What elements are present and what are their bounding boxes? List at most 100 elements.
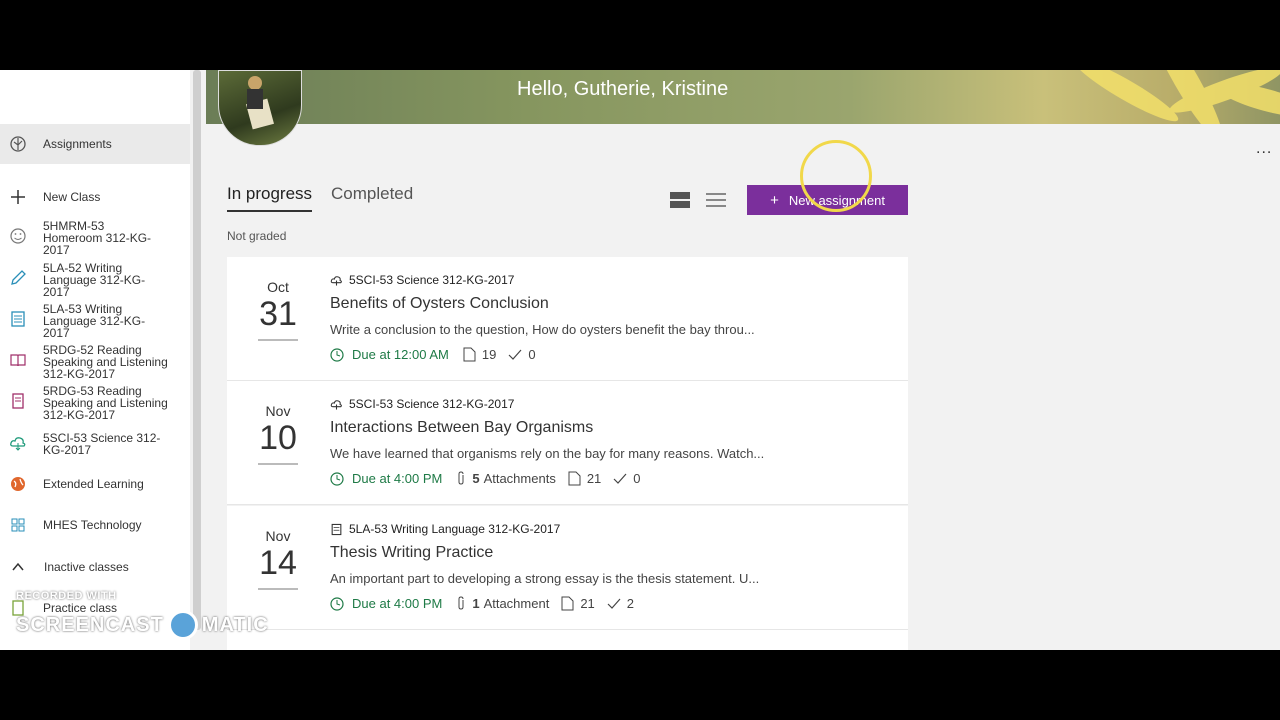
class-name-text: 5SCI-53 Science 312-KG-2017 (349, 273, 515, 287)
due-month: Nov (265, 528, 291, 544)
card-view-icon[interactable] (670, 192, 690, 213)
assignment-description: Write a conclusion to the question, How … (330, 322, 755, 337)
section-label: Not graded (227, 229, 287, 243)
sidebar-item-class[interactable]: 5HMRM-53 Homeroom 312-KG-2017 (0, 218, 190, 257)
submissions-count: 21 (561, 596, 595, 611)
attachments-count: 1 Attachment (456, 596, 549, 611)
attachments-value: 1 (472, 596, 480, 611)
assignments-icon (8, 134, 28, 154)
assignment-card[interactable]: Nov 10 5SCI-53 Science 312-KG-2017 Inter… (227, 381, 908, 505)
assignment-title[interactable]: Thesis Writing Practice (330, 544, 493, 562)
tab-completed[interactable]: Completed (331, 184, 413, 204)
graded-value: 0 (528, 347, 536, 362)
attachments-label: Attachments (483, 471, 556, 486)
watermark-line1: RECORDED WITH (16, 590, 117, 602)
sidebar-item-label: 5LA-53 Writing Language 312-KG-2017 (43, 302, 146, 340)
due-day: 10 (259, 419, 297, 457)
due-time: Due at 4:00 PM (352, 596, 443, 611)
submissions-value: 19 (481, 347, 497, 362)
sidebar-item-new-class[interactable]: New Class (0, 186, 190, 208)
grid-icon (8, 515, 28, 535)
book-icon (8, 350, 28, 370)
tab-in-progress[interactable]: In progress (227, 184, 313, 212)
graded-count: 0 (613, 471, 641, 486)
check-icon (613, 473, 627, 484)
due-time: Due at 12:00 AM (352, 347, 449, 362)
clock-icon (330, 471, 344, 486)
class-name: 5SCI-53 Science 312-KG-2017 (330, 397, 514, 411)
watermark-text-b: MATIC (201, 613, 269, 636)
watermark-logo: SCREENCAST MATIC (16, 610, 269, 640)
due-month: Oct (267, 279, 289, 295)
avatar[interactable] (218, 70, 302, 146)
avatar-photo (246, 76, 274, 130)
check-icon (607, 598, 621, 609)
due-time: Due at 4:00 PM (352, 471, 443, 486)
sidebar-item-class[interactable]: 5SCI-53 Science 312-KG-2017 (0, 430, 190, 456)
sidebar-item-label: New Class (43, 190, 101, 204)
plus-icon: + (770, 191, 779, 209)
document-icon (463, 347, 476, 362)
due-month: Nov (265, 403, 291, 419)
watermark-text-a: SCREENCAST (16, 613, 164, 636)
assignment-card[interactable]: Nov 14 5LA-53 Writing Language 312-KG-20… (227, 506, 908, 630)
document-icon (568, 471, 581, 486)
attachments-label: Attachment (483, 596, 550, 611)
assignment-title[interactable]: Interactions Between Bay Organisms (330, 419, 593, 437)
date-underline (258, 588, 298, 590)
inactive-classes-toggle[interactable]: Inactive classes (0, 556, 190, 578)
sidebar-item-label: MHES Technology (43, 518, 142, 532)
sidebar-item-class[interactable]: 5RDG-53 Reading Speaking and Listening 3… (0, 383, 190, 421)
assignment-card[interactable]: Oct 31 5SCI-53 Science 312-KG-2017 Benef… (227, 257, 908, 381)
date-underline (258, 463, 298, 465)
assignment-card-partial[interactable] (227, 630, 908, 650)
submissions-count: 21 (568, 471, 601, 486)
screencast-logo-icon (167, 610, 198, 640)
submissions-value: 21 (586, 471, 602, 486)
smiley-icon (8, 226, 28, 246)
class-name: 5LA-53 Writing Language 312-KG-2017 (330, 522, 560, 536)
graded-value: 0 (633, 471, 641, 486)
list-view-icon[interactable] (706, 192, 726, 213)
assignment-title[interactable]: Benefits of Oysters Conclusion (330, 295, 549, 313)
app-window: Hello, Gutherie, Kristine ... Assignment… (0, 70, 1280, 650)
assignment-description: An important part to developing a strong… (330, 571, 760, 586)
sidebar-item-class[interactable]: 5LA-52 Writing Language 312-KG-2017 (0, 260, 190, 299)
notebook-icon (8, 391, 28, 411)
assignment-meta: Due at 4:00 PM 5 Attachments 21 0 (330, 471, 653, 486)
sidebar-item-label: 5HMRM-53 Homeroom 312-KG-2017 (43, 219, 152, 257)
cloud-icon (330, 399, 342, 410)
assignment-meta: Due at 12:00 AM 19 0 (330, 347, 548, 362)
submissions-count: 19 (463, 347, 496, 362)
header-banner: Hello, Gutherie, Kristine (206, 70, 1280, 124)
calculator-icon (331, 523, 342, 535)
flower-decoration (1073, 70, 1280, 124)
sidebar-item-class[interactable]: 5RDG-52 Reading Speaking and Listening 3… (0, 342, 190, 380)
attachments-count: 5 Attachments (456, 471, 556, 486)
cursor-highlight (800, 140, 872, 212)
sidebar-item-class[interactable]: 5LA-53 Writing Language 312-KG-2017 (0, 301, 190, 340)
clock-icon (330, 347, 344, 362)
sidebar-scrollbar[interactable] (193, 70, 201, 630)
sidebar-item-label: 5LA-52 Writing Language 312-KG-2017 (43, 261, 146, 299)
paperclip-icon (458, 471, 464, 485)
more-options-button[interactable]: ... (1256, 140, 1272, 158)
due-day: 14 (259, 544, 297, 582)
attachments-value: 5 (472, 471, 480, 486)
sidebar-item-class[interactable]: MHES Technology (0, 514, 190, 536)
sidebar-item-class[interactable]: Extended Learning (0, 473, 190, 495)
cloud-icon (330, 275, 342, 286)
class-name-text: 5LA-53 Writing Language 312-KG-2017 (349, 522, 561, 536)
globe-icon (8, 474, 28, 494)
chevron-up-icon (8, 557, 28, 577)
plus-icon (8, 187, 28, 207)
graded-value: 2 (626, 596, 635, 611)
sidebar-item-assignments[interactable]: Assignments (0, 124, 190, 164)
paperclip-icon (458, 596, 464, 610)
sidebar-item-label: Inactive classes (44, 560, 129, 574)
assignment-meta: Due at 4:00 PM 1 Attachment 21 2 (330, 596, 646, 611)
clock-icon (330, 596, 344, 611)
greeting-text: Hello, Gutherie, Kristine (517, 78, 729, 100)
sidebar-item-label: 5SCI-53 Science 312-KG-2017 (43, 431, 161, 457)
class-name-text: 5SCI-53 Science 312-KG-2017 (349, 397, 515, 411)
